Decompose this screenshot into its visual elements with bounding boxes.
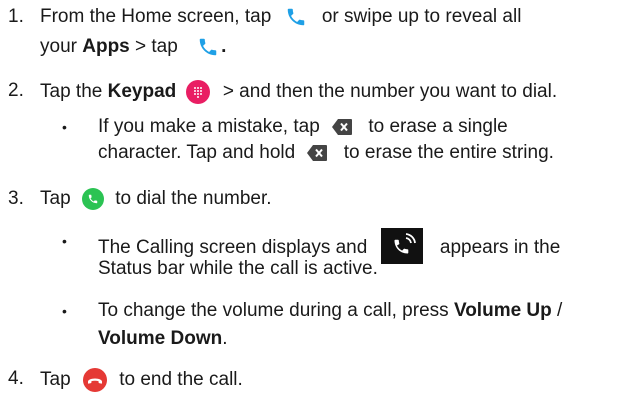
bullet-text: The Calling screen displays and [98, 237, 368, 259]
period: . [221, 36, 227, 58]
apps-label: Apps [82, 36, 130, 58]
dial-icon [81, 188, 104, 210]
step-number: 3. [8, 188, 24, 209]
bullet-text: Status bar while the call is active. [98, 258, 378, 279]
backspace-icon [306, 144, 328, 162]
bullet-text: If you make a mistake, tap [98, 116, 320, 137]
step-text: to dial the number. [115, 188, 272, 210]
call-status-icon [380, 228, 423, 264]
bullet: • [62, 233, 67, 249]
step-text: your [40, 36, 77, 58]
keypad-label: Keypad [107, 81, 177, 103]
instructions-document: 1. From the Home screen, tap or swipe up… [0, 0, 639, 394]
bullet-text: to erase a single [368, 116, 508, 137]
step-text: From the Home screen, tap [40, 6, 272, 28]
step-text: Tap [40, 369, 71, 391]
bullet-text: To change the volume during a call, pres… [98, 300, 449, 321]
bullet-text: to erase the entire string. [343, 142, 554, 163]
backspace-icon [331, 118, 353, 136]
step-number: 2. [8, 80, 24, 101]
period: . [222, 328, 228, 349]
end-call-icon [82, 368, 108, 392]
step-text: or swipe up to reveal all [321, 6, 522, 28]
bullet: • [62, 119, 67, 135]
volume-up-label: Volume Up [453, 300, 552, 321]
phone-icon [285, 6, 307, 28]
phone-icon [197, 36, 219, 58]
step-text: > and then the number you want to dial. [222, 81, 558, 103]
volume-down-label: Volume Down [98, 328, 223, 349]
step-number: 4. [8, 368, 24, 389]
step-text: Tap the [40, 81, 103, 103]
step-text: Tap [40, 188, 71, 210]
step-number: 1. [8, 6, 24, 27]
bullet: • [62, 303, 67, 319]
bullet-text: character. Tap and hold [98, 142, 296, 163]
keypad-icon [185, 80, 210, 104]
slash: / [557, 300, 563, 321]
step-text: to end the call. [119, 369, 243, 391]
bullet-text: appears in the [439, 237, 561, 259]
step-text: > tap [135, 36, 178, 58]
